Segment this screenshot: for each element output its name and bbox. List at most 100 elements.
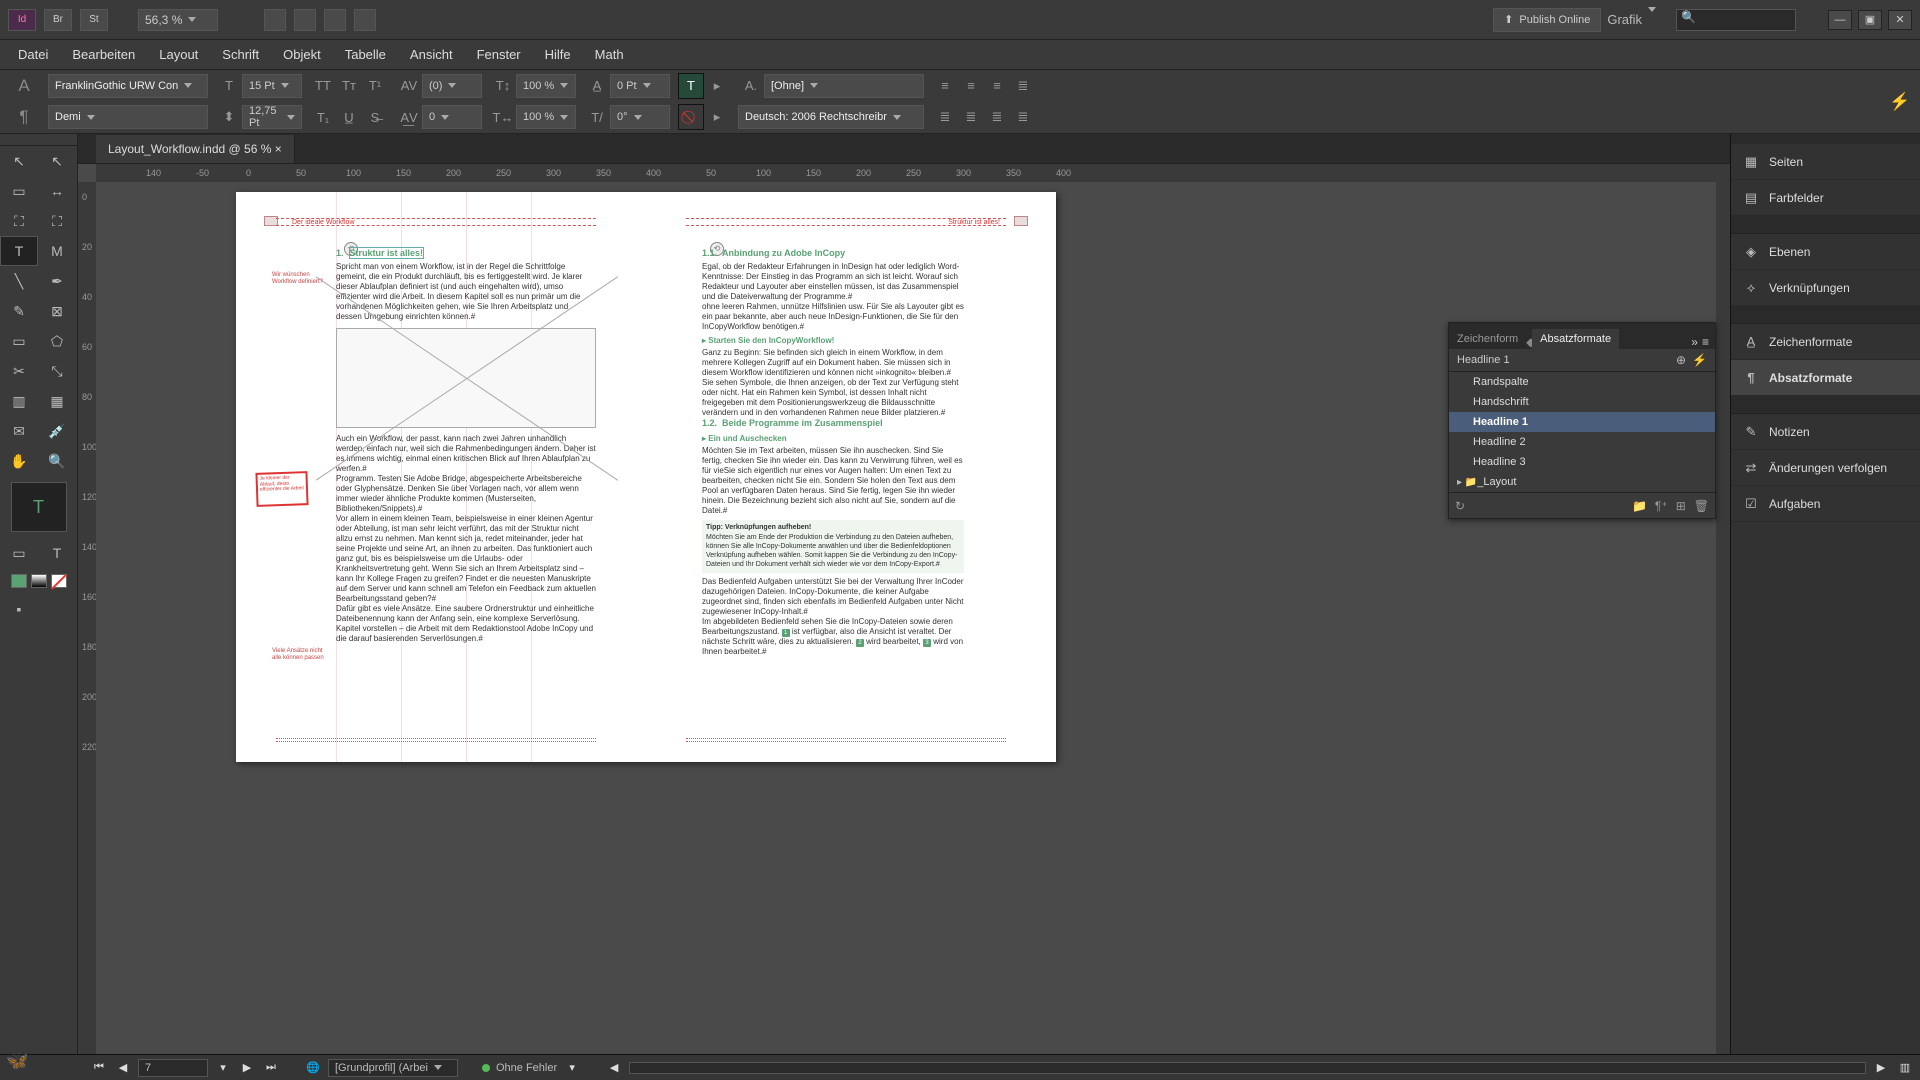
justify-left-icon[interactable]: ≣ (932, 104, 958, 130)
style-item[interactable]: Handschrift (1449, 392, 1715, 412)
new-style-icon[interactable]: ⊕ (1676, 353, 1686, 367)
dock-ebenen[interactable]: ◈Ebenen (1731, 234, 1920, 270)
view-options-3[interactable] (324, 9, 346, 31)
dock-absatzformate[interactable]: ¶Absatzformate (1731, 360, 1920, 396)
quick-apply-icon[interactable]: ⚡ (1692, 353, 1707, 367)
style-item-selected[interactable]: Headline 1 (1449, 412, 1715, 432)
rectangle-tool[interactable]: ▭ (0, 326, 38, 356)
panel-collapse-icon[interactable]: » (1691, 335, 1698, 349)
new-style-icon[interactable]: ⊞ (1676, 499, 1686, 513)
image-placeholder[interactable] (336, 328, 596, 428)
document-canvas[interactable]: Der ideale Workflow ⟲ Wir wünschen Workf… (96, 182, 1716, 1054)
font-size-input[interactable]: 15 Pt (242, 74, 302, 98)
clear-overrides-icon[interactable]: ¶⁺ (1655, 499, 1668, 513)
dock-aenderungen[interactable]: ⇄Änderungen verfolgen (1731, 450, 1920, 486)
tab-zeichenformate[interactable]: Zeichenform (1449, 329, 1526, 349)
menu-math[interactable]: Math (585, 43, 634, 66)
menu-fenster[interactable]: Fenster (467, 43, 531, 66)
pen-tool[interactable]: ✒ (38, 266, 76, 296)
quick-apply-icon[interactable]: ⚡ (1884, 86, 1916, 118)
hscroll-left-icon[interactable]: ◀ (605, 1060, 623, 1076)
new-folder-icon[interactable]: 📁 (1632, 499, 1647, 513)
zoom-level-dropdown[interactable]: 56,3 % (138, 9, 218, 31)
content-collector-tool[interactable]: ⛶ (0, 206, 38, 236)
tab-close-icon[interactable]: × (275, 142, 282, 156)
minimize-button[interactable]: — (1828, 10, 1852, 30)
allcaps-icon[interactable]: TT (310, 73, 336, 99)
page-right[interactable]: Struktur ist alles! ⟲ 1.1. Anbindung zu … (646, 192, 1056, 762)
horizontal-scrollbar[interactable] (629, 1062, 1866, 1074)
view-mode-icon[interactable]: ▪ (0, 594, 38, 624)
leading-input[interactable]: 12,75 Pt (242, 105, 302, 129)
justify-right-icon[interactable]: ≣ (984, 104, 1010, 130)
subscript-icon[interactable]: T₁ (310, 104, 336, 130)
hscroll-right-icon[interactable]: ▶ (1872, 1060, 1890, 1076)
style-item[interactable]: Randspalte (1449, 372, 1715, 392)
hscale-input[interactable]: 100 % (516, 105, 576, 129)
note-tool[interactable]: ✉ (0, 416, 38, 446)
style-item[interactable]: Headline 2 (1449, 432, 1715, 452)
superscript-icon[interactable]: T¹ (362, 73, 388, 99)
direct-selection-tool[interactable]: ↖ (38, 146, 76, 176)
first-page-button[interactable]: ⏮ (90, 1060, 108, 1076)
text-frame-right[interactable]: 1.1. Anbindung zu Adobe InCopy Egal, ob … (702, 248, 964, 657)
menu-schrift[interactable]: Schrift (212, 43, 269, 66)
underline-icon[interactable]: U̲ (336, 104, 362, 130)
page-tool[interactable]: ▭ (0, 176, 38, 206)
font-family-dropdown[interactable]: FranklinGothic URW Con (48, 74, 208, 98)
refresh-icon[interactable]: ↻ (1455, 499, 1465, 513)
polygon-tool[interactable]: ⬠ (38, 326, 76, 356)
dock-farbfelder[interactable]: ▤Farbfelder (1731, 180, 1920, 216)
style-item[interactable]: Headline 3 (1449, 452, 1715, 472)
dock-seiten[interactable]: ▦Seiten (1731, 144, 1920, 180)
kerning-input[interactable]: (0) (422, 74, 482, 98)
language-dropdown[interactable]: Deutsch: 2006 Rechtschreibr (738, 105, 924, 129)
zoom-tool[interactable]: 🔍 (38, 446, 76, 476)
line-tool[interactable]: ╲ (0, 266, 38, 296)
menu-bearbeiten[interactable]: Bearbeiten (62, 43, 145, 66)
para-format-toggle[interactable]: ¶ (8, 102, 40, 134)
delete-style-icon[interactable]: 🗑 (1694, 499, 1709, 513)
dock-aufgaben[interactable]: ☑Aufgaben (1731, 486, 1920, 522)
type-tool[interactable]: T (0, 236, 38, 266)
publish-online-button[interactable]: ⬆Publish Online (1493, 8, 1601, 32)
content-placer-tool[interactable]: ⛶ (38, 206, 76, 236)
menu-datei[interactable]: Datei (8, 43, 58, 66)
stroke-none-icon[interactable]: ⃠ (678, 104, 704, 130)
bridge-icon[interactable]: Br (44, 9, 72, 31)
dock-verknuepfungen[interactable]: ⟡Verknüpfungen (1731, 270, 1920, 306)
rectangle-frame-tool[interactable]: ⊠ (38, 296, 76, 326)
format-text-icon[interactable]: T (38, 538, 76, 568)
page-number-input[interactable]: 7 (138, 1059, 208, 1077)
preflight-dropdown-icon[interactable]: ▾ (563, 1060, 581, 1076)
dock-notizen[interactable]: ✎Notizen (1731, 414, 1920, 450)
strike-icon[interactable]: S̶ (362, 104, 388, 130)
align-left-icon[interactable]: ≡ (932, 73, 958, 99)
gap-tool[interactable]: ↔ (38, 176, 76, 206)
view-options-1[interactable] (264, 9, 286, 31)
panel-menu-icon[interactable]: ≡ (1702, 335, 1709, 349)
smallcaps-icon[interactable]: Tᴛ (336, 73, 362, 99)
skew-input[interactable]: 0° (610, 105, 670, 129)
vertical-scrollbar[interactable] (1716, 182, 1730, 1054)
open-navigator-icon[interactable]: 🌐 (304, 1060, 322, 1076)
menu-layout[interactable]: Layout (149, 43, 208, 66)
menu-tabelle[interactable]: Tabelle (335, 43, 396, 66)
eyedropper-tool[interactable]: 💉 (38, 416, 76, 446)
baseline-input[interactable]: 0 Pt (610, 74, 670, 98)
tracking-input[interactable]: 0 (422, 105, 482, 129)
dock-zeichenformate[interactable]: A̲Zeichenformate (1731, 324, 1920, 360)
justify-icon[interactable]: ≣ (1010, 73, 1036, 99)
char-format-toggle[interactable]: A (8, 70, 40, 102)
selection-tool[interactable]: ↖ (0, 146, 38, 176)
align-right-icon[interactable]: ≡ (984, 73, 1010, 99)
pencil-tool[interactable]: ✎ (0, 296, 38, 326)
maximize-button[interactable]: ▣ (1858, 10, 1882, 30)
close-button[interactable]: ✕ (1888, 10, 1912, 30)
arrange-documents[interactable] (354, 9, 376, 31)
align-center-icon[interactable]: ≡ (958, 73, 984, 99)
font-weight-dropdown[interactable]: Demi (48, 105, 208, 129)
justify-all-icon[interactable]: ≣ (1010, 104, 1036, 130)
color-swatches[interactable] (11, 574, 67, 588)
fill-stroke-proxy[interactable]: T (11, 482, 67, 532)
